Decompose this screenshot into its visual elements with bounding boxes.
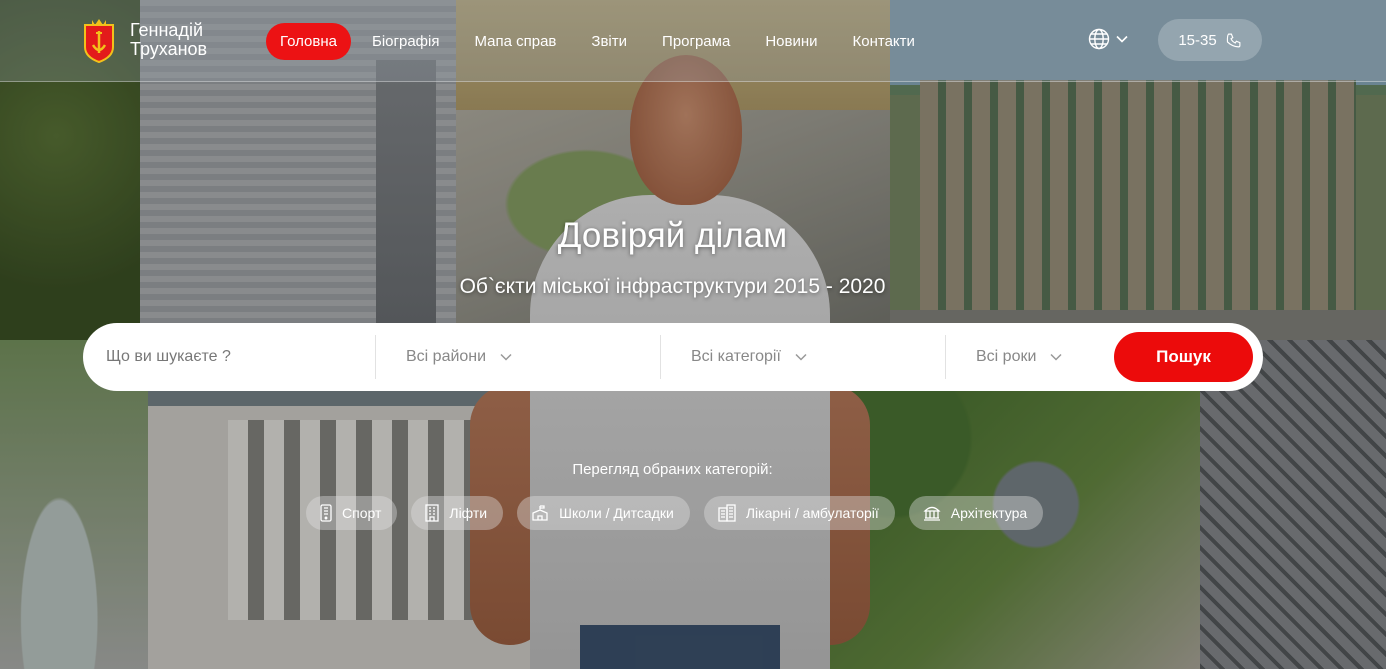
nav-reports[interactable]: Звіти: [574, 23, 644, 60]
category-chip-label: Ліфти: [449, 505, 488, 521]
monument-icon: [923, 506, 941, 521]
district-select[interactable]: Всі райони: [376, 335, 660, 379]
category-chip-label: Школи / Дитсадки: [559, 505, 674, 521]
chevron-down-icon: [500, 353, 512, 361]
chevron-down-icon: [1050, 353, 1062, 361]
main-nav: Головна Біографія Мапа справ Звіти Прогр…: [266, 23, 933, 60]
school-icon: [532, 505, 548, 521]
globe-icon: [1088, 28, 1110, 50]
phone-icon: [1226, 33, 1241, 47]
chevron-down-icon: [795, 353, 807, 361]
hotline-number: 15-35: [1178, 31, 1217, 49]
hero-title: Довіряй ділам: [557, 216, 788, 255]
language-switcher[interactable]: [1088, 28, 1128, 50]
category-select[interactable]: Всі категорії: [661, 335, 945, 379]
logo-last-name: Труханов: [130, 39, 208, 59]
category-chip-sport[interactable]: Спорт: [306, 496, 398, 530]
hotline-button[interactable]: 15-35: [1158, 19, 1262, 61]
search-button[interactable]: Пошук: [1114, 332, 1253, 382]
hospital-icon: [718, 504, 736, 522]
category-chip-label: Лікарні / амбулаторії: [745, 505, 879, 521]
category-select-value: Всі категорії: [691, 348, 781, 365]
hero-subtitle: Об`єкти міської інфраструктури 2015 - 20…: [459, 275, 886, 298]
category-chip-label: Архітектура: [950, 505, 1028, 521]
search-bar: Всі райони Всі категорії Всі роки Пошук: [83, 323, 1263, 391]
chevron-down-icon: [1116, 35, 1128, 43]
year-select-value: Всі роки: [976, 348, 1037, 365]
category-chip-architecture[interactable]: Архітектура: [908, 496, 1044, 530]
site-header: Геннадій Труханов Головна Біографія Мапа…: [0, 0, 1386, 82]
nav-news[interactable]: Новини: [748, 23, 834, 60]
category-chip-elevators[interactable]: Ліфти: [411, 496, 504, 530]
nav-program[interactable]: Програма: [645, 23, 747, 60]
phone-device-icon: [320, 504, 332, 522]
nav-home[interactable]: Головна: [266, 23, 351, 60]
category-chip-hospitals[interactable]: Лікарні / амбулаторії: [703, 496, 895, 530]
nav-biography[interactable]: Біографія: [355, 23, 456, 60]
featured-categories-title: Перегляд обраних категорій:: [572, 461, 773, 478]
featured-categories: Спорт Ліфти Школи / Дитсадки Лікарні / а…: [306, 496, 1044, 530]
category-chip-schools[interactable]: Школи / Дитсадки: [517, 496, 690, 530]
elevator-icon: [425, 504, 440, 522]
city-crest-icon: [82, 17, 116, 64]
nav-contacts[interactable]: Контакти: [836, 23, 932, 60]
logo-first-name: Геннадій: [130, 20, 204, 40]
district-select-value: Всі райони: [406, 348, 487, 365]
year-select[interactable]: Всі роки: [946, 335, 1116, 379]
site-logo[interactable]: Геннадій Труханов: [82, 17, 207, 64]
category-chip-label: Спорт: [342, 505, 382, 521]
logo-text: Геннадій Труханов: [130, 21, 207, 59]
nav-map[interactable]: Мапа справ: [457, 23, 573, 60]
search-input[interactable]: [83, 335, 375, 379]
